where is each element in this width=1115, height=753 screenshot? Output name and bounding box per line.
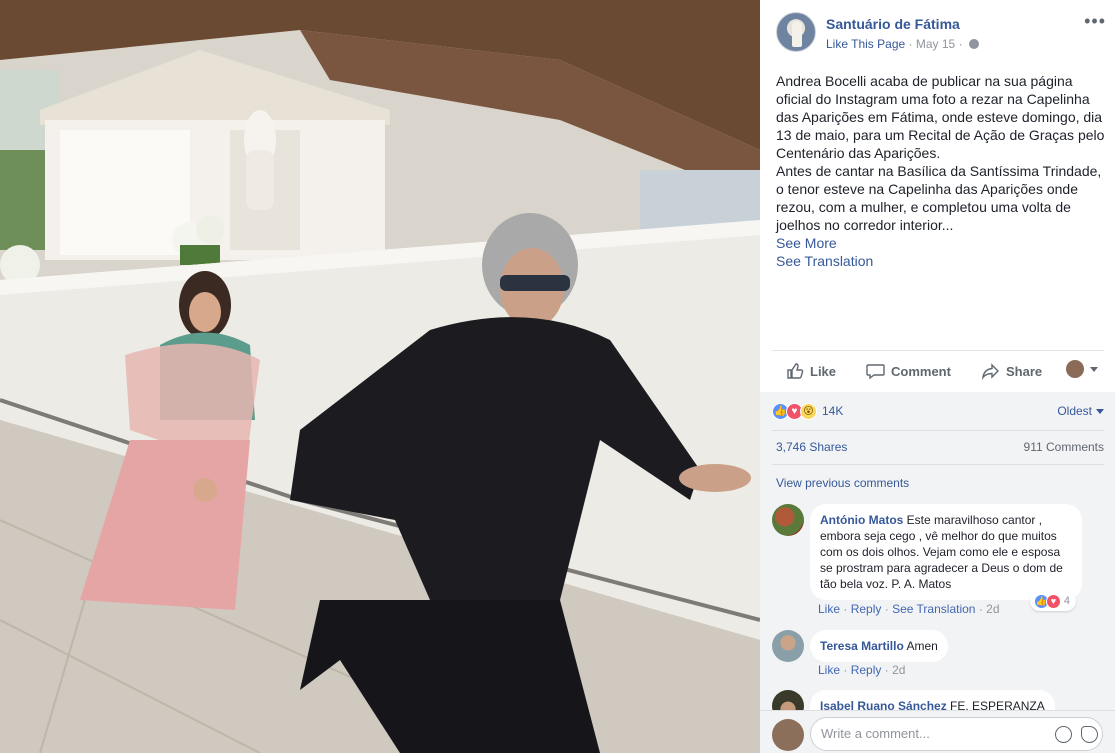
comment-reaction-badge[interactable]: 👍 ♥ 4 [1029, 591, 1076, 611]
post-text: Andrea Bocelli acaba de publicar na sua … [776, 72, 1110, 270]
commenter-avatar[interactable] [772, 690, 804, 710]
sort-label: Oldest [1057, 404, 1092, 418]
share-label: Share [1006, 363, 1043, 379]
post-panel: Santuário de Fátima Like This Page · May… [760, 0, 1115, 753]
reaction-identity-selector[interactable] [1066, 360, 1098, 378]
post-date[interactable]: May 15 [916, 37, 955, 51]
like-page-link[interactable]: Like This Page [826, 37, 905, 51]
smiley-icon[interactable] [1055, 726, 1072, 743]
separator: · [843, 602, 851, 616]
sort-comments-dropdown[interactable]: Oldest [1057, 404, 1104, 418]
comment-reply-link[interactable]: Reply [851, 602, 882, 616]
share-arrow-icon [981, 363, 999, 380]
speech-bubble-icon [866, 364, 885, 380]
comment-actions: Like · Reply · 2d [818, 663, 905, 677]
sticker-icon[interactable] [1081, 726, 1098, 743]
separator: · [884, 602, 893, 616]
share-comment-counts: 3,746 Shares 911 Comments [776, 440, 1104, 454]
divider [772, 430, 1104, 431]
user-avatar [772, 719, 804, 751]
comment-time[interactable]: 2d [892, 663, 905, 677]
comment-like-link[interactable]: Like [818, 663, 840, 677]
commenter-avatar[interactable] [772, 504, 804, 536]
see-more-link[interactable]: See More [776, 234, 1110, 252]
comment-time[interactable]: 2d [986, 602, 999, 616]
meta-separator: · [958, 37, 966, 51]
share-button[interactable]: Share [981, 362, 1042, 380]
post-meta: Like This Page · May 15 · [826, 37, 979, 51]
comment-item: Isabel Ruano Sánchez FE, ESPERANZA [772, 690, 1104, 710]
divider [772, 464, 1104, 465]
comment-actions: Like · Reply · See Translation · 2d [818, 602, 1000, 616]
post-paragraph: Antes de cantar na Basílica da Santíssim… [776, 163, 1102, 233]
love-reaction-icon: ♥ [1045, 593, 1061, 609]
commenter-avatar[interactable] [772, 630, 804, 662]
comment-bubble: Isabel Ruano Sánchez FE, ESPERANZA [810, 690, 1055, 710]
commenter-name-link[interactable]: António Matos [820, 513, 903, 527]
globe-icon [968, 39, 979, 49]
divider [772, 350, 1104, 351]
commenter-name-link[interactable]: Isabel Ruano Sánchez [820, 699, 947, 710]
comment-see-translation-link[interactable]: See Translation [892, 602, 975, 616]
chevron-down-icon [1090, 366, 1098, 372]
page-name-link[interactable]: Santuário de Fátima [826, 16, 960, 32]
comment-bubble: António Matos Este maravilhoso cantor , … [810, 504, 1082, 600]
meta-separator: · [908, 37, 916, 51]
comments-count-link[interactable]: 911 Comments [1024, 440, 1104, 454]
comment-button[interactable]: Comment [866, 362, 951, 380]
like-label: Like [810, 363, 837, 379]
view-previous-comments-link[interactable]: View previous comments [776, 476, 909, 490]
see-translation-link[interactable]: See Translation [776, 252, 1110, 270]
post-actions: Like Comment Share [772, 356, 1104, 386]
chevron-down-icon [1096, 408, 1104, 414]
comment-label: Comment [891, 363, 951, 379]
reactions-summary[interactable]: 👍 ♥ 😮 14K Oldest [772, 400, 1104, 422]
comment-like-link[interactable]: Like [818, 602, 840, 616]
user-avatar [1066, 360, 1084, 378]
comment-input[interactable] [821, 726, 1041, 741]
separator: · [884, 663, 893, 677]
post-photo[interactable] [0, 0, 760, 753]
comment-bubble: Teresa Martillo Amen [810, 630, 948, 662]
post-header: Santuário de Fátima Like This Page · May… [776, 12, 1106, 56]
separator: · [843, 663, 851, 677]
post-paragraph: Andrea Bocelli acaba de publicar na sua … [776, 73, 1105, 161]
wow-reaction-icon: 😮 [800, 402, 817, 420]
thumbs-up-icon [787, 363, 804, 379]
comment-reaction-count: 4 [1063, 595, 1070, 607]
shares-count-link[interactable]: 3,746 Shares [776, 440, 847, 454]
comment-text: FE, ESPERANZA [950, 699, 1045, 710]
like-button[interactable]: Like [786, 362, 836, 380]
comment-text: Amen [906, 639, 938, 653]
commenter-name-link[interactable]: Teresa Martillo [820, 639, 904, 653]
reaction-count[interactable]: 14K [822, 404, 843, 418]
more-options-icon[interactable]: ••• [1084, 12, 1106, 30]
comment-composer [760, 710, 1115, 753]
comment-reply-link[interactable]: Reply [851, 663, 882, 677]
page-avatar[interactable] [776, 12, 816, 52]
photo-illustration [0, 0, 760, 753]
comment-input-box[interactable] [810, 717, 1103, 751]
